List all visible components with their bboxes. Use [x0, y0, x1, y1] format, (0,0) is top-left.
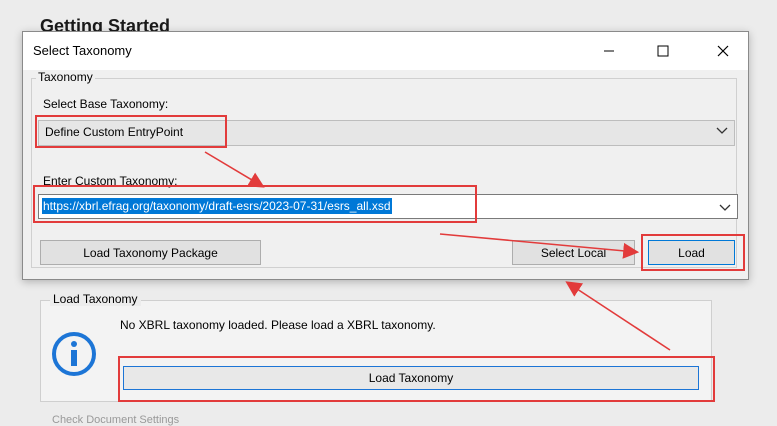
custom-taxonomy-label: Enter Custom Taxonomy:	[43, 174, 178, 188]
load-taxonomy-group-label: Load Taxonomy	[50, 292, 141, 306]
dialog-titlebar: Select Taxonomy	[23, 32, 748, 70]
minimize-icon	[604, 50, 614, 52]
base-taxonomy-value: Define Custom EntryPoint	[45, 125, 184, 139]
page-heading: Getting Started	[40, 16, 171, 32]
maximize-button[interactable]	[640, 32, 686, 70]
custom-taxonomy-input[interactable]	[41, 197, 711, 215]
select-taxonomy-dialog: Select Taxonomy Taxonomy Select Base Tax…	[22, 31, 749, 280]
load-button[interactable]: Load	[648, 240, 735, 265]
chevron-down-icon	[716, 127, 728, 134]
dialog-title: Select Taxonomy	[33, 43, 132, 58]
custom-taxonomy-combo[interactable]: https://xbrl.efrag.org/taxonomy/draft-es…	[38, 194, 738, 219]
select-local-button[interactable]: Select Local	[512, 240, 635, 265]
taxonomy-group-label: Taxonomy	[36, 70, 95, 84]
close-icon	[717, 45, 729, 57]
minimize-button[interactable]	[586, 32, 632, 70]
info-icon	[50, 330, 98, 378]
check-settings-label: Check Document Settings	[52, 414, 180, 426]
load-taxonomy-package-button[interactable]: Load Taxonomy Package	[40, 240, 261, 265]
close-button[interactable]	[700, 32, 746, 70]
no-taxonomy-message: No XBRL taxonomy loaded. Please load a X…	[120, 318, 436, 332]
load-taxonomy-button[interactable]: Load Taxonomy	[123, 366, 699, 390]
base-taxonomy-label: Select Base Taxonomy:	[43, 97, 169, 111]
chevron-down-icon[interactable]	[719, 204, 731, 212]
base-taxonomy-select[interactable]: Define Custom EntryPoint	[38, 120, 735, 146]
maximize-icon	[657, 45, 669, 57]
